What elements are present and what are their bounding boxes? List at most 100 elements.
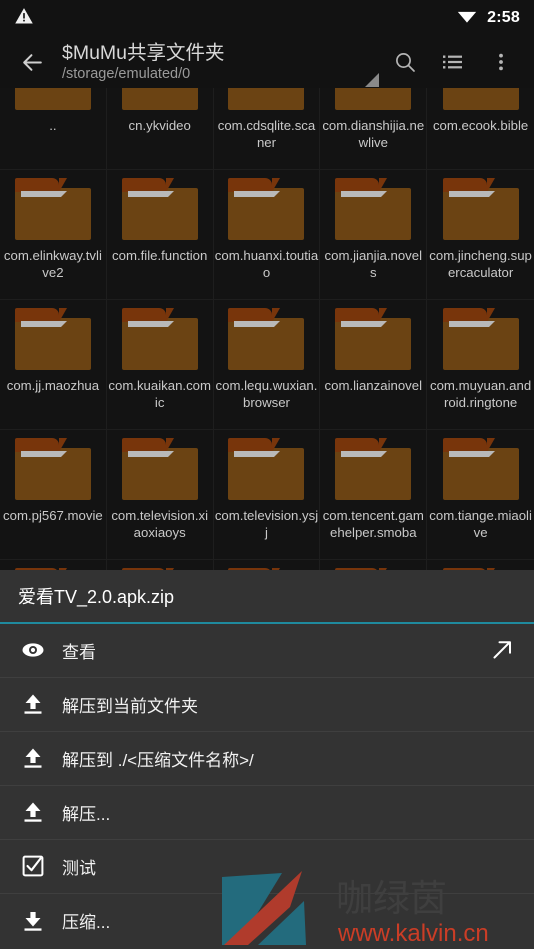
file-grid-item-label: com.muyuan.android.ringtone xyxy=(430,378,532,410)
file-grid-item-label: com.lequ.wuxian.browser xyxy=(215,378,318,410)
resize-handle[interactable] xyxy=(362,70,380,88)
action-sheet-item-label: 解压... xyxy=(62,804,111,824)
breadcrumb-path: /storage/emulated/0 xyxy=(62,65,191,82)
file-grid-item-label: .. xyxy=(49,118,57,133)
folder-icon xyxy=(442,178,519,240)
folder-icon xyxy=(121,178,198,240)
action-sheet-item[interactable]: 压缩... xyxy=(0,894,534,948)
folder-icon xyxy=(335,438,412,500)
file-grid-item[interactable] xyxy=(427,560,534,570)
file-action-sheet: 爱看TV_2.0.apk.zip 查看 解压到当前文件夹 解压到 ./<压缩文件名称… xyxy=(0,570,534,949)
file-grid-item[interactable]: com.ecook.bible xyxy=(427,88,534,170)
file-grid-item-label: com.jianjia.novels xyxy=(324,248,423,280)
file-grid-item-label: com.elinkway.tvlive2 xyxy=(3,248,102,280)
file-grid-item[interactable]: com.television.ysjj xyxy=(213,430,321,560)
extract-up-icon xyxy=(14,746,52,770)
action-sheet-item[interactable]: 解压到 ./<压缩文件名称>/ xyxy=(0,732,534,786)
file-grid-item[interactable] xyxy=(0,560,107,570)
file-grid-item[interactable]: com.cdsqlite.scaner xyxy=(213,88,321,170)
file-grid-item-label: com.jincheng.supercaculator xyxy=(429,248,532,280)
extract-up-icon xyxy=(14,692,52,716)
file-grid-item-label: com.cdsqlite.scaner xyxy=(217,118,316,150)
file-grid-item[interactable]: com.tiange.miaolive xyxy=(427,430,534,560)
action-sheet-item[interactable]: 查看 xyxy=(0,624,534,678)
file-grid-item-label: com.pj567.movie xyxy=(3,508,103,523)
file-grid-item[interactable] xyxy=(107,560,214,570)
folder-icon xyxy=(14,438,91,500)
file-grid-item-label: cn.ykvideo xyxy=(128,118,191,133)
wifi-icon xyxy=(457,8,477,29)
folder-icon xyxy=(14,308,91,370)
list-view-icon xyxy=(443,55,462,69)
folder-icon xyxy=(442,438,519,500)
file-grid-item-label: com.kuaikan.comic xyxy=(108,378,211,410)
file-grid-item[interactable]: com.lianzainovel xyxy=(320,300,428,430)
page-title: $MuMu共享文件夹 xyxy=(62,41,225,64)
status-bar-right: 2:58 xyxy=(457,8,520,29)
arrow-left-icon xyxy=(22,53,42,71)
compress-down-icon xyxy=(14,909,52,933)
file-grid: .. cn.ykvideo com.cdsqlite.scaner com.dians… xyxy=(0,88,534,570)
action-sheet-item[interactable]: 解压... xyxy=(0,786,534,840)
folder-icon xyxy=(121,438,198,500)
warning-triangle-icon xyxy=(14,6,34,31)
eye-icon xyxy=(14,638,52,662)
folder-icon xyxy=(228,438,305,500)
file-grid-item[interactable]: com.jincheng.supercaculator xyxy=(427,170,534,300)
file-grid-item[interactable]: com.muyuan.android.ringtone xyxy=(427,300,534,430)
file-grid-item[interactable]: com.huanxi.toutiao xyxy=(213,170,321,300)
action-sheet-item[interactable]: 测试 xyxy=(0,840,534,894)
file-grid-item[interactable] xyxy=(320,560,428,570)
file-grid-item[interactable]: com.jianjia.novels xyxy=(320,170,428,300)
file-grid-item[interactable]: com.television.xiaoxiaoys xyxy=(106,430,214,560)
file-grid-item-label: com.ecook.bible xyxy=(432,118,529,133)
file-grid-item[interactable]: cn.ykvideo xyxy=(106,88,214,170)
file-grid-item[interactable]: com.tencent.gamehelper.smoba xyxy=(320,430,428,560)
extract-up-icon xyxy=(14,800,52,824)
file-grid-item-label: com.dianshijia.newlive xyxy=(322,118,425,150)
app-toolbar: $MuMu共享文件夹 /storage/emulated/0 xyxy=(0,36,534,88)
file-grid-item[interactable]: com.file.function xyxy=(106,170,214,300)
toolbar-title-block[interactable]: $MuMu共享文件夹 /storage/emulated/0 xyxy=(54,42,382,83)
file-manager-screen: 2:58 $MuMu共享文件夹 /storage/emulated/0 .. c… xyxy=(0,0,534,949)
file-grid-item[interactable]: com.kuaikan.comic xyxy=(106,300,214,430)
folder-icon xyxy=(228,178,305,240)
file-grid-item[interactable]: com.dianshijia.newlive xyxy=(320,88,428,170)
action-sheet-item-label: 查看 xyxy=(62,642,96,662)
action-sheet-item-label: 解压到 ./<压缩文件名称>/ xyxy=(62,750,254,770)
file-grid-item[interactable] xyxy=(214,560,321,570)
status-bar-clock: 2:58 xyxy=(487,9,520,26)
file-grid-item-label: com.television.xiaoxiaoys xyxy=(111,508,209,540)
file-grid-item[interactable]: com.jj.maozhua xyxy=(0,300,107,430)
more-vertical-icon xyxy=(499,53,503,71)
file-grid-item[interactable]: com.pj567.movie xyxy=(0,430,107,560)
file-grid-item[interactable]: com.elinkway.tvlive2 xyxy=(0,170,107,300)
checkbox-checked-icon xyxy=(14,854,52,878)
folder-icon xyxy=(335,308,412,370)
file-grid-item[interactable]: com.lequ.wuxian.browser xyxy=(213,300,321,430)
search-button[interactable] xyxy=(382,39,428,85)
list-view-button[interactable] xyxy=(430,39,476,85)
back-button[interactable] xyxy=(10,40,54,84)
action-sheet-item-label: 测试 xyxy=(62,858,96,878)
folder-icon xyxy=(442,88,519,110)
toolbar-actions xyxy=(382,39,524,85)
file-grid-item-label: com.jj.maozhua xyxy=(6,378,100,393)
file-grid-item-label: com.file.function xyxy=(112,248,208,263)
action-sheet-menu: 查看解压到当前文件夹解压到 ./<压缩文件名称>/ 解压... 测试压缩... xyxy=(0,624,534,948)
action-sheet-item[interactable]: 解压到当前文件夹 xyxy=(0,678,534,732)
file-grid-item-label: com.tiange.miaolive xyxy=(429,508,532,540)
folder-icon xyxy=(335,178,412,240)
status-bar: 2:58 xyxy=(0,0,534,36)
folder-icon xyxy=(14,178,91,240)
file-grid-item[interactable]: .. xyxy=(0,88,107,170)
overflow-menu-button[interactable] xyxy=(478,39,524,85)
action-sheet-item-label: 解压到当前文件夹 xyxy=(62,696,198,716)
status-bar-left xyxy=(14,6,34,31)
open-external-icon[interactable] xyxy=(484,638,520,662)
folder-icon xyxy=(228,308,305,370)
folder-icon xyxy=(121,88,198,110)
folder-icon xyxy=(14,88,91,110)
folder-icon xyxy=(442,308,519,370)
file-grid-scroll[interactable]: .. cn.ykvideo com.cdsqlite.scaner com.dians… xyxy=(0,88,534,570)
